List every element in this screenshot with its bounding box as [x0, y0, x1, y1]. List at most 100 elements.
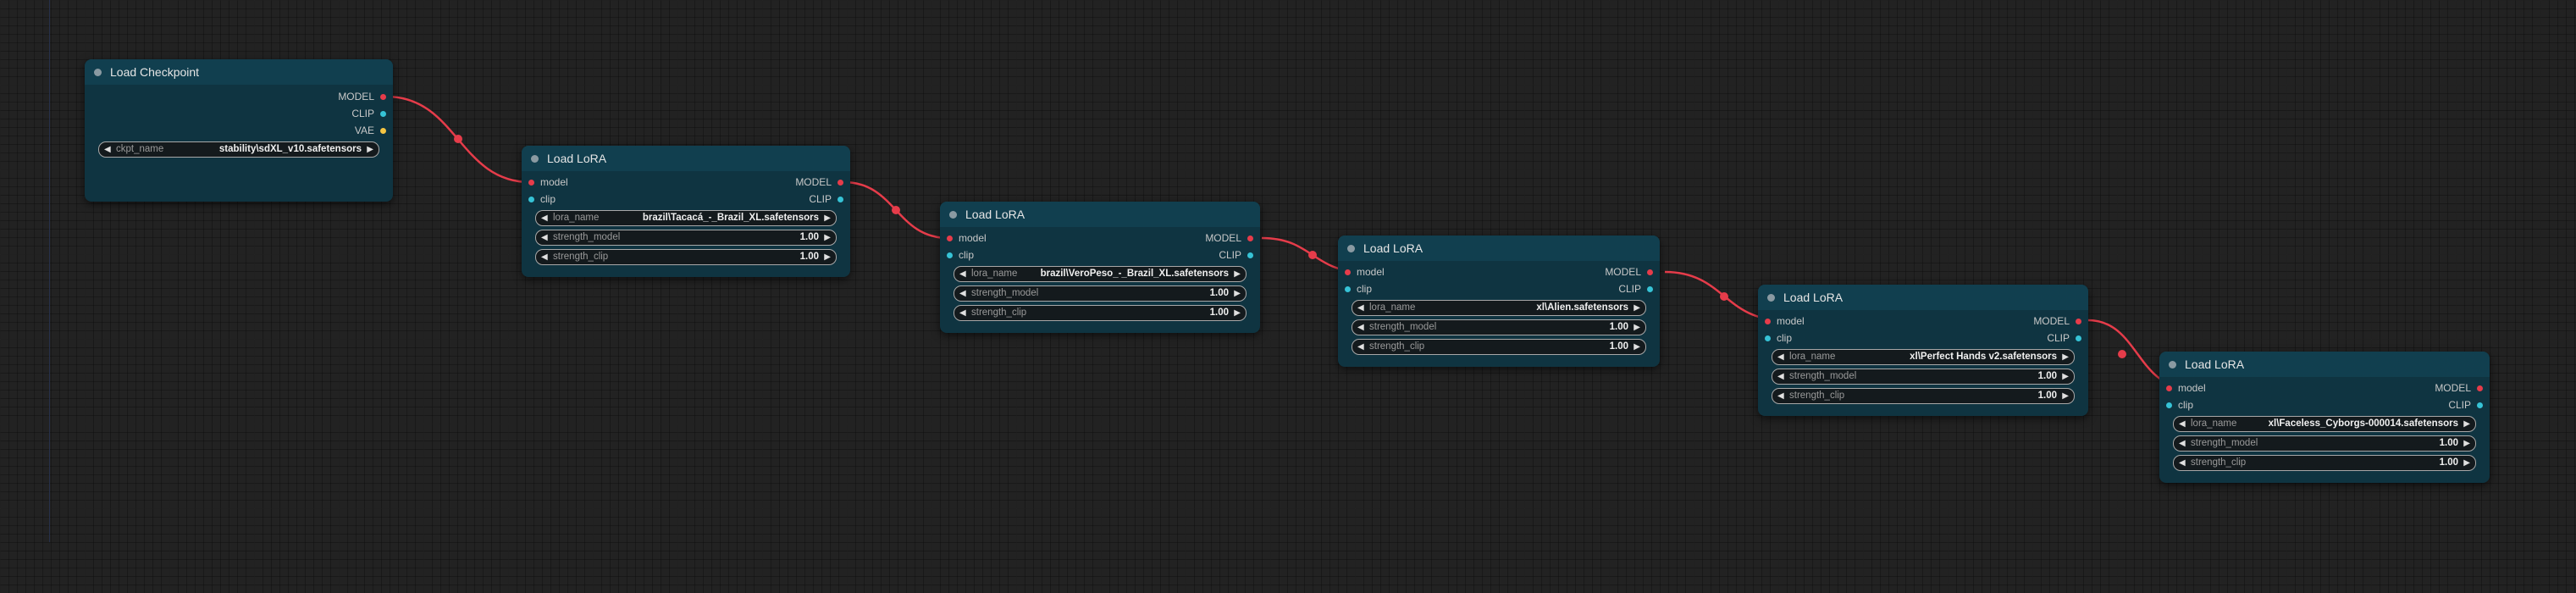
input-slot-clip[interactable]: clip — [1345, 280, 1372, 297]
strength-model-number[interactable]: ◀ strength_model 1.00 ▶ — [2173, 435, 2476, 452]
node-title-bar[interactable]: Load LoRA — [522, 146, 850, 171]
decrement-arrow-icon[interactable]: ◀ — [2179, 417, 2186, 431]
strength-model-number[interactable]: ◀ strength_model 1.00 ▶ — [1772, 369, 2075, 385]
input-slot-clip[interactable]: clip — [528, 191, 556, 208]
clip-slot-icon[interactable] — [2076, 335, 2081, 341]
input-slot-model[interactable]: model — [1345, 263, 1385, 280]
node-title-bar[interactable]: Load LoRA — [940, 202, 1260, 227]
decrement-arrow-icon[interactable]: ◀ — [1357, 340, 1364, 354]
decrement-arrow-icon[interactable]: ◀ — [541, 250, 548, 264]
clip-slot-icon[interactable] — [528, 197, 534, 202]
increment-arrow-icon[interactable]: ▶ — [367, 142, 373, 157]
increment-arrow-icon[interactable]: ▶ — [1633, 320, 1640, 335]
decrement-arrow-icon[interactable]: ◀ — [959, 286, 966, 301]
strength-model-number[interactable]: ◀ strength_model 1.00 ▶ — [535, 230, 837, 246]
decrement-arrow-icon[interactable]: ◀ — [1777, 369, 1784, 384]
decrement-arrow-icon[interactable]: ◀ — [541, 230, 548, 245]
model-slot-icon[interactable] — [528, 180, 534, 186]
increment-arrow-icon[interactable]: ▶ — [2463, 417, 2470, 431]
collapse-toggle-icon[interactable] — [2169, 361, 2176, 369]
collapse-toggle-icon[interactable] — [531, 155, 539, 163]
clip-slot-icon[interactable] — [947, 252, 953, 258]
strength-model-number[interactable]: ◀ strength_model 1.00 ▶ — [1352, 319, 1646, 335]
model-slot-icon[interactable] — [947, 236, 953, 241]
load-lora-node[interactable]: Load LoRA model MODEL clip CLIP ◀ lora_n… — [1338, 236, 1660, 367]
link-midpoint[interactable] — [1720, 292, 1728, 301]
output-slot-clip[interactable]: CLIP — [2047, 330, 2081, 346]
decrement-arrow-icon[interactable]: ◀ — [2179, 436, 2186, 451]
output-slot-model[interactable]: MODEL — [1605, 263, 1653, 280]
increment-arrow-icon[interactable]: ▶ — [2463, 456, 2470, 470]
input-slot-model[interactable]: model — [947, 230, 987, 247]
output-slot-clip[interactable]: CLIP — [351, 105, 386, 122]
model-slot-icon[interactable] — [1765, 319, 1771, 324]
lora-name-combo[interactable]: ◀ lora_name xl\Faceless_Cyborgs-000014.s… — [2173, 416, 2476, 432]
increment-arrow-icon[interactable]: ▶ — [824, 250, 831, 264]
increment-arrow-icon[interactable]: ▶ — [1633, 301, 1640, 315]
output-slot-model[interactable]: MODEL — [795, 174, 843, 191]
lora-name-combo[interactable]: ◀ lora_name brazil\VeroPeso_-_Brazil_XL.… — [954, 266, 1247, 282]
decrement-arrow-icon[interactable]: ◀ — [959, 306, 966, 320]
output-slot-model[interactable]: MODEL — [1205, 230, 1253, 247]
lora-name-combo[interactable]: ◀ lora_name brazil\Tacacá_-_Brazil_XL.sa… — [535, 210, 837, 226]
decrement-arrow-icon[interactable]: ◀ — [104, 142, 111, 157]
increment-arrow-icon[interactable]: ▶ — [2062, 369, 2069, 384]
strength-clip-number[interactable]: ◀ strength_clip 1.00 ▶ — [1352, 339, 1646, 355]
strength-clip-number[interactable]: ◀ strength_clip 1.00 ▶ — [1772, 388, 2075, 404]
increment-arrow-icon[interactable]: ▶ — [1234, 286, 1241, 301]
link-midpoint[interactable] — [454, 135, 462, 143]
input-slot-clip[interactable]: clip — [1765, 330, 1792, 346]
input-slot-model[interactable]: model — [1765, 313, 1805, 330]
strength-clip-number[interactable]: ◀ strength_clip 1.00 ▶ — [954, 305, 1247, 321]
decrement-arrow-icon[interactable]: ◀ — [2179, 456, 2186, 470]
collapse-toggle-icon[interactable] — [1767, 294, 1775, 302]
clip-slot-icon[interactable] — [1247, 252, 1253, 258]
node-title-bar[interactable]: Load LoRA — [1758, 285, 2088, 310]
model-slot-icon[interactable] — [1247, 236, 1253, 241]
link-midpoint[interactable] — [892, 206, 900, 214]
link-midpoint[interactable] — [1308, 251, 1317, 259]
load-lora-node[interactable]: Load LoRA model MODEL clip CLIP ◀ lora_n… — [522, 146, 850, 277]
increment-arrow-icon[interactable]: ▶ — [1633, 340, 1640, 354]
input-slot-model[interactable]: model — [528, 174, 568, 191]
model-slot-icon[interactable] — [2166, 385, 2172, 391]
increment-arrow-icon[interactable]: ▶ — [1234, 306, 1241, 320]
strength-clip-number[interactable]: ◀ strength_clip 1.00 ▶ — [2173, 455, 2476, 471]
load-lora-node[interactable]: Load LoRA model MODEL clip CLIP ◀ lora_n… — [1758, 285, 2088, 416]
output-slot-model[interactable]: MODEL — [338, 88, 386, 105]
clip-slot-icon[interactable] — [1765, 335, 1771, 341]
clip-slot-icon[interactable] — [380, 111, 386, 117]
increment-arrow-icon[interactable]: ▶ — [2062, 350, 2069, 364]
model-slot-icon[interactable] — [1345, 269, 1351, 275]
decrement-arrow-icon[interactable]: ◀ — [1777, 389, 1784, 403]
clip-slot-icon[interactable] — [1345, 286, 1351, 292]
lora-name-combo[interactable]: ◀ lora_name xl\Perfect Hands v2.safetens… — [1772, 349, 2075, 365]
decrement-arrow-icon[interactable]: ◀ — [959, 267, 966, 281]
output-slot-model[interactable]: MODEL — [2435, 380, 2483, 396]
clip-slot-icon[interactable] — [2477, 402, 2483, 408]
load-lora-node[interactable]: Load LoRA model MODEL clip CLIP ◀ lora_n… — [940, 202, 1260, 333]
load-checkpoint-node[interactable]: Load Checkpoint MODEL CLIP VAE ◀ ckpt_na… — [85, 59, 393, 202]
output-slot-model[interactable]: MODEL — [2033, 313, 2081, 330]
link-midpoint[interactable] — [2118, 350, 2126, 358]
input-slot-clip[interactable]: clip — [947, 247, 974, 263]
increment-arrow-icon[interactable]: ▶ — [2463, 436, 2470, 451]
strength-clip-number[interactable]: ◀ strength_clip 1.00 ▶ — [535, 249, 837, 265]
output-slot-clip[interactable]: CLIP — [2448, 396, 2483, 413]
model-slot-icon[interactable] — [2477, 385, 2483, 391]
node-graph-canvas[interactable]: Load Checkpoint MODEL CLIP VAE ◀ ckpt_na… — [0, 0, 2576, 593]
lora-name-combo[interactable]: ◀ lora_name xl\Alien.safetensors ▶ — [1352, 300, 1646, 316]
node-title-bar[interactable]: Load Checkpoint — [85, 59, 393, 85]
input-slot-model[interactable]: model — [2166, 380, 2206, 396]
decrement-arrow-icon[interactable]: ◀ — [1777, 350, 1784, 364]
model-slot-icon[interactable] — [380, 94, 386, 100]
collapse-toggle-icon[interactable] — [1347, 245, 1355, 252]
model-slot-icon[interactable] — [1647, 269, 1653, 275]
vae-slot-icon[interactable] — [380, 128, 386, 134]
decrement-arrow-icon[interactable]: ◀ — [1357, 301, 1364, 315]
ckpt-name-combo[interactable]: ◀ ckpt_name stability\sdXL_v10.safetenso… — [98, 141, 379, 158]
clip-slot-icon[interactable] — [2166, 402, 2172, 408]
collapse-toggle-icon[interactable] — [949, 211, 957, 219]
model-slot-icon[interactable] — [837, 180, 843, 186]
collapse-toggle-icon[interactable] — [94, 69, 102, 76]
